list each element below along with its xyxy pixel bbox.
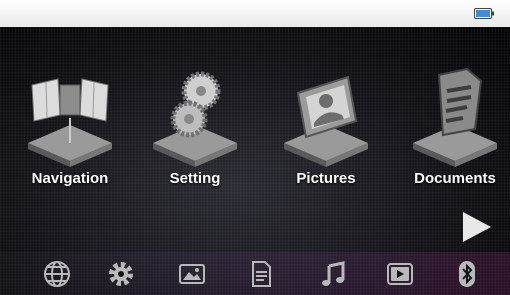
dock-globe-button[interactable] [43, 260, 71, 288]
document-icon [252, 261, 271, 287]
dock-documents-button[interactable] [247, 260, 275, 288]
app-label-navigation: Navigation [31, 170, 109, 187]
app-label-setting: Setting [169, 170, 221, 187]
app-documents[interactable]: Documents [395, 63, 510, 223]
status-bar [0, 0, 510, 27]
picture-frame-icon [284, 75, 368, 167]
image-icon [179, 264, 205, 284]
dock-bluetooth-button[interactable] [453, 260, 481, 288]
app-label-documents: Documents [414, 170, 496, 187]
dock-settings-button[interactable] [107, 260, 135, 288]
dock-video-button[interactable] [386, 260, 414, 288]
bluetooth-icon [459, 261, 475, 287]
app-setting[interactable]: Setting [135, 63, 255, 223]
video-icon [387, 263, 413, 285]
satellite-icon [28, 78, 112, 167]
dock-pictures-button[interactable] [178, 260, 206, 288]
next-page-arrow-icon[interactable] [462, 211, 492, 243]
document-icon [413, 67, 497, 167]
gears-icon [153, 71, 237, 167]
app-navigation[interactable]: Navigation [10, 63, 130, 223]
music-icon [322, 261, 345, 286]
globe-icon [44, 261, 70, 287]
app-label-pictures: Pictures [296, 170, 356, 187]
gear-icon [109, 262, 133, 286]
home-screen: Navigation Setting Pictures Documents [0, 27, 510, 295]
app-pictures[interactable]: Pictures [266, 63, 386, 223]
bottom-dock [0, 252, 510, 295]
battery-icon [474, 8, 494, 19]
dock-music-button[interactable] [319, 260, 347, 288]
